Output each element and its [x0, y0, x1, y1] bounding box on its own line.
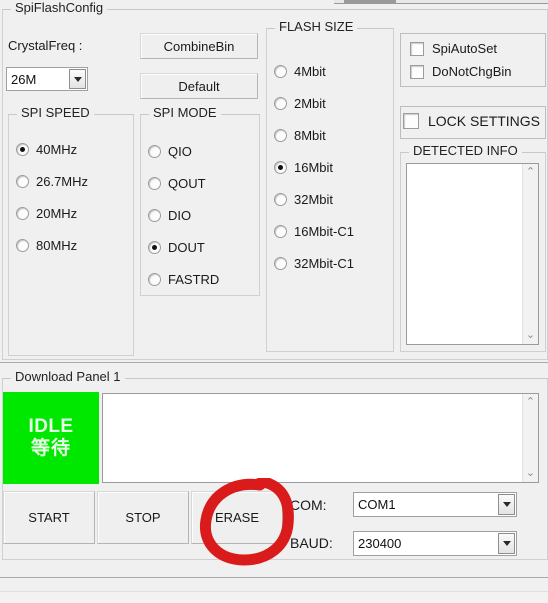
- toolbar-selected-tab-edge: [344, 0, 396, 3]
- baud-label: BAUD:: [290, 535, 333, 551]
- radio-dot-icon: [274, 257, 287, 270]
- com-label: COM:: [290, 497, 327, 513]
- radio-spi-mode-fastrd[interactable]: FASTRD: [148, 272, 219, 287]
- radio-label: 20MHz: [36, 206, 78, 221]
- radio-label: QIO: [168, 144, 192, 159]
- radio-label: 32Mbit: [294, 192, 334, 207]
- radio-flash-size-2mbit[interactable]: 2Mbit: [274, 96, 326, 111]
- radio-dot-icon: [274, 225, 287, 238]
- radio-flash-size-4mbit[interactable]: 4Mbit: [274, 64, 326, 79]
- radio-dot-icon: [148, 241, 161, 254]
- chevron-down-icon[interactable]: [498, 533, 515, 554]
- chevron-down-icon[interactable]: [69, 69, 86, 89]
- com-port-value: COM1: [358, 497, 396, 512]
- checkbox-do-not-chg-bin[interactable]: DoNotChgBin: [410, 64, 512, 79]
- radio-label: FASTRD: [168, 272, 220, 287]
- spi-speed-title: SPI SPEED: [17, 106, 94, 120]
- detected-info-scrollbar[interactable]: ⌃ ⌄: [522, 164, 538, 344]
- checkbox-label: SpiAutoSet: [432, 41, 498, 56]
- radio-label: 32Mbit-C1: [294, 256, 354, 271]
- radio-dot-icon: [148, 177, 161, 190]
- radio-spi-mode-dio[interactable]: DIO: [148, 208, 191, 223]
- flash-size-title: FLASH SIZE: [275, 20, 358, 34]
- radio-label: DIO: [168, 208, 192, 223]
- checkbox-label: DoNotChgBin: [432, 64, 512, 79]
- scroll-up-icon[interactable]: ⌃: [526, 164, 535, 181]
- radio-label: 26.7MHz: [36, 174, 89, 189]
- scroll-down-icon[interactable]: ⌄: [526, 465, 535, 482]
- radio-label: DOUT: [168, 240, 205, 255]
- radio-dot-icon: [274, 97, 287, 110]
- chevron-down-icon[interactable]: [498, 494, 515, 515]
- crystalfreq-label: CrystalFreq :: [8, 38, 83, 53]
- radio-dot-icon: [274, 193, 287, 206]
- radio-spi-mode-qio[interactable]: QIO: [148, 144, 192, 159]
- spi-mode-group: SPI MODE: [140, 106, 260, 296]
- detected-info-title: DETECTED INFO: [409, 144, 522, 158]
- detected-info-textbox[interactable]: ⌃ ⌄: [406, 163, 539, 345]
- scroll-down-icon[interactable]: ⌄: [526, 327, 535, 344]
- radio-label: 16Mbit: [294, 160, 334, 175]
- radio-dot-icon: [148, 273, 161, 286]
- esp-flash-download-tool-window: SpiFlashConfig CrystalFreq : 26M Combine…: [0, 0, 548, 603]
- status-bar-inner: [0, 591, 548, 603]
- download-status-cell: IDLE 等待: [3, 392, 99, 484]
- download-log-textbox[interactable]: ⌃ ⌄: [102, 393, 539, 483]
- radio-label: 8Mbit: [294, 128, 326, 143]
- radio-dot-icon: [274, 65, 287, 78]
- scroll-up-icon[interactable]: ⌃: [526, 394, 535, 411]
- radio-spi-speed-26-7mhz[interactable]: 26.7MHz: [16, 174, 88, 189]
- radio-spi-speed-40mhz[interactable]: 40MHz: [16, 142, 77, 157]
- radio-flash-size-16mbit[interactable]: 16Mbit: [274, 160, 333, 175]
- radio-dot-icon: [16, 207, 29, 220]
- radio-dot-icon: [148, 145, 161, 158]
- radio-flash-size-8mbit[interactable]: 8Mbit: [274, 128, 326, 143]
- panel-divider: [0, 362, 548, 363]
- radio-flash-size-16mbit-c1[interactable]: 16Mbit-C1: [274, 224, 354, 239]
- radio-dot-icon: [16, 175, 29, 188]
- download-log-scrollbar[interactable]: ⌃ ⌄: [522, 394, 538, 482]
- checkbox-box-icon: [403, 113, 419, 129]
- spiflash-config-title: SpiFlashConfig: [11, 1, 108, 15]
- radio-flash-size-32mbit-c1[interactable]: 32Mbit-C1: [274, 256, 354, 271]
- checkbox-label: LOCK SETTINGS: [428, 113, 541, 129]
- status-bar: [0, 577, 548, 603]
- radio-label: QOUT: [168, 176, 206, 191]
- erase-button[interactable]: ERASE: [191, 491, 283, 544]
- radio-dot-icon: [16, 239, 29, 252]
- radio-spi-mode-qout[interactable]: QOUT: [148, 176, 206, 191]
- radio-spi-mode-dout[interactable]: DOUT: [148, 240, 205, 255]
- radio-dot-icon: [274, 161, 287, 174]
- checkbox-lock-settings[interactable]: LOCK SETTINGS: [403, 113, 540, 129]
- baud-rate-value: 230400: [358, 536, 402, 551]
- radio-label: 4Mbit: [294, 64, 326, 79]
- checkbox-box-icon: [410, 41, 424, 56]
- radio-spi-speed-80mhz[interactable]: 80MHz: [16, 238, 77, 253]
- radio-dot-icon: [274, 129, 287, 142]
- radio-flash-size-32mbit[interactable]: 32Mbit: [274, 192, 333, 207]
- crystalfreq-value: 26M: [11, 71, 37, 87]
- com-port-combo[interactable]: COM1: [353, 492, 517, 517]
- checkbox-spi-auto-set[interactable]: SpiAutoSet: [410, 41, 497, 56]
- radio-dot-icon: [16, 143, 29, 156]
- radio-label: 80MHz: [36, 238, 78, 253]
- status-text-en: IDLE: [28, 416, 74, 438]
- radio-label: 2Mbit: [294, 96, 326, 111]
- baud-rate-combo[interactable]: 230400: [353, 531, 517, 556]
- stop-button[interactable]: STOP: [97, 491, 189, 544]
- radio-dot-icon: [148, 209, 161, 222]
- radio-label: 40MHz: [36, 142, 78, 157]
- combine-bin-button[interactable]: CombineBin: [140, 33, 258, 59]
- status-text-cn: 等待: [30, 437, 71, 459]
- download-panel-title: Download Panel 1: [11, 370, 125, 384]
- default-button[interactable]: Default: [140, 73, 258, 99]
- start-button[interactable]: START: [3, 491, 95, 544]
- checkbox-box-icon: [410, 64, 424, 79]
- spi-mode-title: SPI MODE: [149, 106, 221, 120]
- radio-spi-speed-20mhz[interactable]: 20MHz: [16, 206, 77, 221]
- crystalfreq-combo[interactable]: 26M: [6, 67, 88, 91]
- radio-label: 16Mbit-C1: [294, 224, 354, 239]
